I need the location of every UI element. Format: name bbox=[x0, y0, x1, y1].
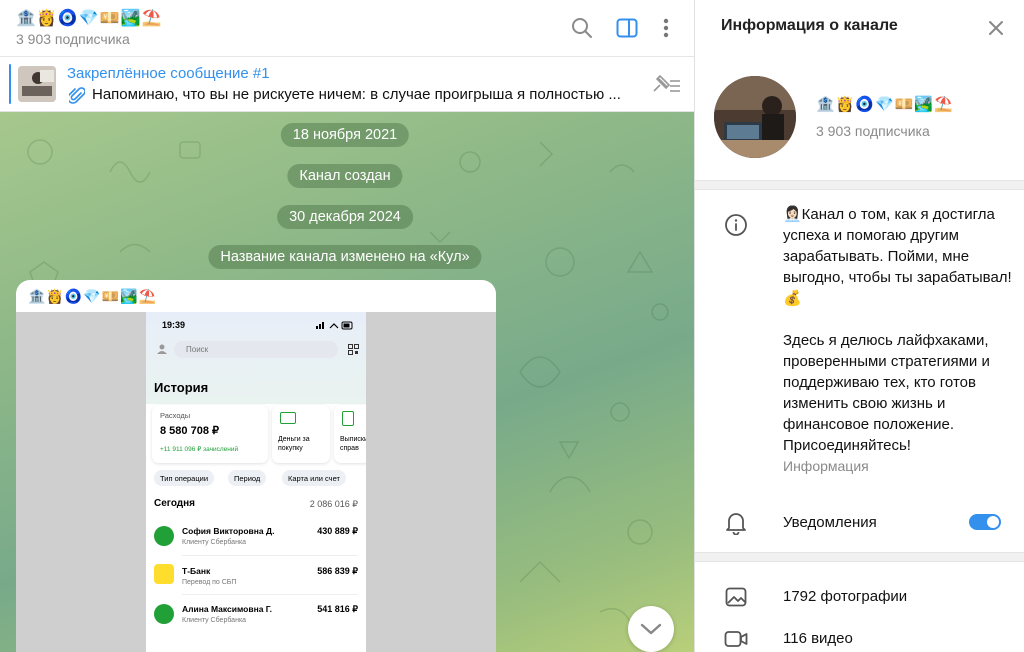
phone-history-title: История bbox=[154, 380, 209, 395]
document-icon bbox=[342, 411, 354, 426]
videos-count[interactable]: 116 видео bbox=[783, 630, 853, 647]
paperclip-icon bbox=[67, 87, 86, 110]
phone-divider bbox=[182, 555, 358, 556]
photo-icon bbox=[723, 584, 749, 610]
close-icon bbox=[989, 21, 1003, 35]
phone-divider bbox=[182, 594, 358, 595]
phone-tx-sub: Клиенту Сбербанка bbox=[182, 617, 247, 624]
pin-list-icon bbox=[653, 74, 680, 92]
search-button[interactable] bbox=[568, 14, 596, 42]
bell-icon bbox=[723, 510, 749, 536]
description-paragraph-2: Здесь я делюсь лайфхаками, проверенными … bbox=[783, 332, 990, 454]
phone-tx-name: Т-Банк bbox=[182, 566, 211, 576]
scroll-down-button[interactable] bbox=[628, 606, 674, 652]
phone-incoming: +11 911 096 ₽ зачислений bbox=[160, 446, 239, 453]
phone-card3-text: Выписки и справ bbox=[340, 436, 366, 452]
phone-expenses-card: Расходы 8 580 708 ₽ +11 911 096 ₽ зачисл… bbox=[152, 405, 268, 463]
phone-filter-card: Карта или счет bbox=[282, 470, 346, 486]
chevron-down-icon bbox=[640, 623, 662, 635]
sber-icon bbox=[154, 526, 174, 546]
info-subscribers: 3 903 подписчика bbox=[816, 123, 930, 139]
channel-subscribers: 3 903 подписчика bbox=[16, 31, 130, 47]
phone-expenses-label: Расходы bbox=[160, 411, 191, 420]
money-icon bbox=[280, 412, 296, 424]
service-channel-renamed: Название канала изменено на «Кул» bbox=[208, 245, 482, 269]
phone-tx-sub: Перевод по СБП bbox=[182, 579, 237, 586]
post-photo[interactable]: 19:39 Поиск История Расходы 8 580 708 ₽ … bbox=[16, 312, 496, 652]
phone-tx-name: София Викторовна Д. bbox=[182, 526, 275, 536]
channel-title[interactable]: 🏦👸🧿💎💴🏞️⛱️ bbox=[16, 8, 162, 28]
phone-tx-amount: 430 889 ₽ bbox=[317, 526, 358, 536]
notifications-toggle[interactable] bbox=[969, 514, 1001, 530]
service-channel-created: Канал создан bbox=[287, 164, 403, 188]
pinned-title: Закреплённое сообщение #1 bbox=[67, 65, 270, 82]
pinned-text: Напоминаю, что вы не рискуете ничем: в с… bbox=[92, 86, 621, 103]
search-icon bbox=[572, 18, 592, 38]
phone-time: 19:39 bbox=[162, 320, 186, 330]
qr-icon bbox=[348, 344, 359, 355]
description-label: Информация bbox=[783, 458, 869, 474]
pinned-list-button[interactable] bbox=[648, 71, 684, 99]
screenshot-phone: 19:39 Поиск История Расходы 8 580 708 ₽ … bbox=[146, 312, 366, 652]
toggle-info-panel-button[interactable] bbox=[613, 14, 641, 42]
info-panel-title: Информация о канале bbox=[721, 17, 898, 34]
channel-avatar[interactable] bbox=[714, 76, 796, 158]
phone-tx-amount: 541 816 ₽ bbox=[317, 604, 358, 614]
phone-tx-amount: 586 839 ₽ bbox=[317, 566, 358, 576]
service-date-2: 30 декабря 2024 bbox=[277, 205, 413, 229]
pinned-message-bar[interactable]: Закреплённое сообщение #1 Напоминаю, что… bbox=[0, 57, 694, 112]
info-icon bbox=[723, 212, 749, 238]
notifications-label: Уведомления bbox=[783, 514, 877, 531]
chat-header[interactable]: 🏦👸🧿💎💴🏞️⛱️ 3 903 подписчика bbox=[0, 0, 694, 57]
channel-post[interactable]: 🏦👸🧿💎💴🏞️⛱️ 19:39 Поиск История Расходы 8 … bbox=[16, 280, 496, 652]
status-icons bbox=[316, 321, 353, 330]
phone-tx-name: Алина Максимовна Г. bbox=[182, 604, 272, 614]
post-author[interactable]: 🏦👸🧿💎💴🏞️⛱️ bbox=[28, 288, 157, 305]
phone-expenses-value: 8 580 708 ₽ bbox=[160, 425, 219, 437]
section-divider bbox=[695, 180, 1024, 190]
chat-area: 🏦👸🧿💎💴🏞️⛱️ 3 903 подписчика Закреплённое … bbox=[0, 0, 694, 652]
phone-card2-text: Деньги за покупку bbox=[278, 436, 310, 452]
close-info-button[interactable] bbox=[982, 14, 1010, 42]
photos-count[interactable]: 1792 фотографии bbox=[783, 588, 907, 605]
phone-filter-type: Тип операции bbox=[154, 470, 215, 486]
info-channel-name: 🏦👸🧿💎💴🏞️⛱️ bbox=[816, 96, 954, 113]
phone-filter-period: Период bbox=[228, 470, 267, 486]
description-paragraph-1: 👩🏻‍💼Канал о том, как я достигла успеха и… bbox=[783, 206, 1012, 307]
tbank-icon bbox=[154, 564, 174, 584]
more-vertical-icon bbox=[663, 18, 669, 38]
pinned-indicator bbox=[9, 64, 11, 104]
more-button[interactable] bbox=[652, 14, 680, 42]
phone-tx-sub: Клиенту Сбербанка bbox=[182, 539, 247, 546]
phone-today-total: 2 086 016 ₽ bbox=[309, 499, 358, 509]
sidebar-panel-icon bbox=[616, 18, 638, 38]
video-icon bbox=[723, 626, 749, 652]
phone-card-statements: Выписки и справ bbox=[334, 405, 366, 463]
sber-icon bbox=[154, 604, 174, 624]
pinned-thumbnail bbox=[18, 66, 56, 102]
phone-search: Поиск bbox=[174, 341, 338, 358]
user-icon bbox=[157, 344, 167, 354]
channel-info-panel: Информация о канале 🏦👸🧿💎💴🏞️⛱️ 3 903 подп… bbox=[694, 0, 1024, 652]
service-date-1: 18 ноября 2021 bbox=[280, 123, 410, 147]
channel-description: 👩🏻‍💼Канал о том, как я достигла успеха и… bbox=[783, 204, 1015, 477]
phone-today-label: Сегодня bbox=[154, 498, 196, 509]
section-divider bbox=[695, 552, 1024, 562]
phone-card-purchases: Деньги за покупку bbox=[272, 405, 330, 463]
